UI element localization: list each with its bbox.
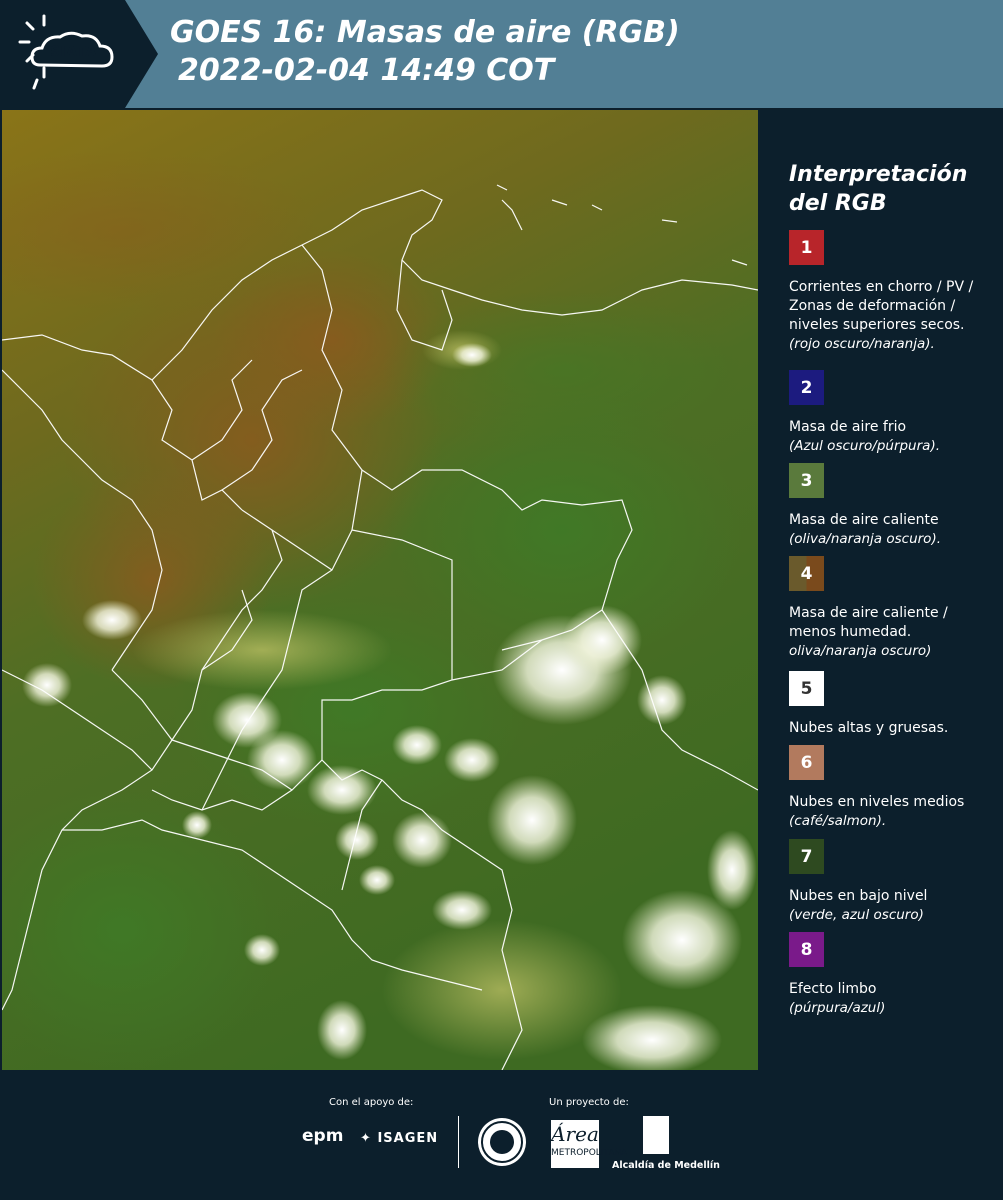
alcaldia-shield-icon — [643, 1116, 669, 1154]
siata-logo[interactable]: SIATA — [0, 0, 160, 108]
legend-desc-1: Corrientes en chorro / PV / Zonas de def… — [789, 279, 974, 333]
footer-divider — [458, 1116, 459, 1168]
area-metropolitana-logo[interactable]: Área METROPOLITANA — [551, 1120, 627, 1168]
legend-item-5: 5 Nubes altas y gruesas. — [789, 671, 994, 738]
legend-panel: Interpretación del RGB 1 Corrientes en c… — [760, 110, 1003, 1070]
epm-logo[interactable]: epm — [302, 1126, 343, 1146]
legend-item-3: 3 Masa de aire caliente (oliva/naranja o… — [789, 463, 994, 549]
legend-desc-2: Masa de aire frio — [789, 419, 907, 435]
legend-note-3: (oliva/naranja oscuro). — [789, 531, 942, 547]
legend-swatch-3: 3 — [789, 463, 824, 498]
legend-note-1: (rojo oscuro/naranja). — [789, 336, 935, 352]
legend-swatch-8: 8 — [789, 932, 824, 967]
legend-desc-7: Nubes en bajo nivel — [789, 888, 928, 904]
legend-note-4: oliva/naranja oscuro) — [789, 643, 932, 659]
legend-swatch-2: 2 — [789, 370, 824, 405]
title-datetime: 2022-02-04 14:49 COT — [178, 53, 555, 88]
title-product: GOES 16: Masas de aire (RGB) — [170, 15, 680, 50]
alcaldia-logo-text[interactable]: Alcaldía de Medellín — [612, 1160, 720, 1171]
legend-item-4: 4 Masa de aire caliente / menos humedad.… — [789, 556, 994, 661]
support-label: Con el apoyo de: — [329, 1097, 414, 1108]
legend-item-6: 6 Nubes en niveles medios (café/salmon). — [789, 745, 994, 831]
legend-swatch-5: 5 — [789, 671, 824, 706]
legend-desc-8: Efecto limbo — [789, 981, 877, 997]
isagen-logo[interactable]: ✦ ISAGEN — [360, 1131, 438, 1146]
legend-item-8: 8 Efecto limbo (púrpura/azul) — [789, 932, 994, 1018]
legend-item-2: 2 Masa de aire frio (Azul oscuro/púrpura… — [789, 370, 994, 456]
legend-swatch-1: 1 — [789, 230, 824, 265]
legend-note-6: (café/salmon). — [789, 813, 887, 829]
legend-note-8: (púrpura/azul) — [789, 1000, 886, 1016]
legend-swatch-4: 4 — [789, 556, 824, 591]
legend-desc-3: Masa de aire caliente — [789, 512, 939, 528]
legend-swatch-6: 6 — [789, 745, 824, 780]
legend-item-1: 1 Corrientes en chorro / PV / Zonas de d… — [789, 230, 994, 354]
legend-desc-5: Nubes altas y gruesas. — [789, 720, 949, 736]
legend-note-2: (Azul oscuro/púrpura). — [789, 438, 940, 454]
header-bar: SIATA GOES 16: Masas de aire (RGB) 2022-… — [0, 0, 1003, 108]
page-title: GOES 16: Masas de aire (RGB) 2022-02-04 … — [170, 14, 680, 90]
legend-desc-6: Nubes en niveles medios — [789, 794, 965, 810]
isagen-logo-text: ISAGEN — [377, 1131, 439, 1146]
isagen-star-icon: ✦ — [360, 1131, 372, 1146]
project-label: Un proyecto de: — [549, 1097, 629, 1108]
legend-title: Interpretación del RGB — [789, 162, 968, 216]
siata-logo-text: SIATA — [50, 44, 97, 60]
legend-item-7: 7 Nubes en bajo nivel (verde, azul oscur… — [789, 839, 994, 925]
area-logo-text: Área — [551, 1122, 599, 1146]
legend-swatch-7: 7 — [789, 839, 824, 874]
legend-desc-4: Masa de aire caliente / menos humedad. — [789, 605, 948, 640]
footer: Con el apoyo de: Un proyecto de: epm ✦ I… — [0, 1070, 1003, 1200]
legend-note-7: (verde, azul oscuro) — [789, 907, 924, 923]
area-logo-subtext: METROPOLITANA — [551, 1148, 628, 1158]
satellite-map[interactable] — [2, 110, 758, 1070]
university-seal-logo[interactable] — [478, 1118, 526, 1166]
